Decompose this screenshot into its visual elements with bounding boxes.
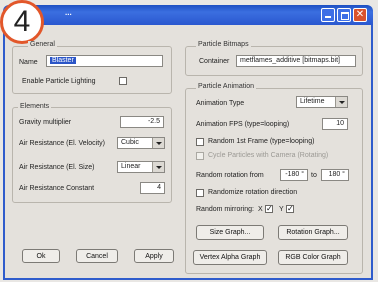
chevron-down-icon bbox=[152, 162, 164, 172]
close-button[interactable]: ✕ bbox=[353, 8, 367, 22]
gravity-label: Gravity multiplier bbox=[19, 119, 72, 126]
minimize-button[interactable] bbox=[321, 8, 335, 22]
mirror-y-label: Y bbox=[279, 206, 284, 213]
randomize-direction-checkbox[interactable] bbox=[196, 189, 204, 197]
enable-lighting-checkbox[interactable] bbox=[119, 77, 127, 85]
air-velocity-value: Cubic bbox=[121, 139, 139, 146]
air-constant-input[interactable]: 4 bbox=[140, 182, 165, 194]
apply-button[interactable]: Apply bbox=[134, 249, 174, 263]
random-rotation-label: Random rotation from bbox=[196, 172, 264, 179]
general-group bbox=[12, 46, 172, 94]
vertex-alpha-graph-button[interactable]: Vertex Alpha Graph bbox=[193, 250, 267, 265]
cycle-camera-checkbox[interactable] bbox=[196, 152, 204, 160]
name-label: Name bbox=[19, 59, 38, 66]
anim-type-value: Lifetime bbox=[300, 98, 325, 105]
air-velocity-label: Air Resistance (El. Velocity) bbox=[19, 140, 105, 147]
cycle-camera-label: Cycle Particles with Camera (Rotating) bbox=[208, 152, 329, 159]
randomize-direction-label: Randomize rotation direction bbox=[208, 189, 298, 196]
air-size-select[interactable]: Linear bbox=[117, 161, 165, 173]
rotation-to-input[interactable]: 180 ° bbox=[321, 169, 349, 181]
fps-label: Animation FPS (type=looping) bbox=[196, 121, 290, 128]
anim-type-label: Animation Type bbox=[196, 100, 245, 107]
container-label: Container bbox=[199, 58, 230, 65]
chevron-down-icon bbox=[335, 97, 347, 107]
animation-group bbox=[185, 88, 363, 274]
cancel-button[interactable]: Cancel bbox=[76, 249, 118, 263]
step-badge: 4 bbox=[0, 0, 44, 44]
name-value: Blaster bbox=[50, 57, 76, 64]
rgb-color-graph-button[interactable]: RGB Color Graph bbox=[278, 250, 348, 265]
fps-input[interactable]: 10 bbox=[322, 118, 348, 130]
maximize-button[interactable] bbox=[337, 8, 351, 22]
air-size-label: Air Resistance (El. Size) bbox=[19, 164, 95, 171]
close-icon: ✕ bbox=[355, 9, 365, 20]
mirror-x-label: X bbox=[258, 206, 263, 213]
window-title: ... bbox=[65, 8, 72, 17]
random-first-frame-label: Random 1st Frame (type=looping) bbox=[208, 138, 315, 145]
random-first-frame-checkbox[interactable] bbox=[196, 138, 204, 146]
chevron-down-icon bbox=[152, 138, 164, 148]
gravity-input[interactable]: -2.5 bbox=[120, 116, 164, 128]
elements-legend: Elements bbox=[18, 103, 52, 110]
rotation-from-input[interactable]: -180 ° bbox=[280, 169, 308, 181]
random-mirroring-label: Random mirroring: bbox=[196, 206, 254, 213]
rotation-to-label: to bbox=[311, 172, 317, 179]
bitmaps-legend: Particle Bitmaps bbox=[196, 41, 251, 48]
name-input[interactable]: Blaster bbox=[46, 55, 163, 67]
rotation-graph-button[interactable]: Rotation Graph... bbox=[278, 225, 348, 240]
air-constant-label: Air Resistance Constant bbox=[19, 185, 95, 192]
anim-type-select[interactable]: Lifetime bbox=[296, 96, 348, 108]
mirror-y-checkbox[interactable] bbox=[286, 204, 294, 213]
air-velocity-select[interactable]: Cubic bbox=[117, 137, 165, 149]
size-graph-button[interactable]: Size Graph... bbox=[196, 225, 264, 240]
mirror-x-checkbox[interactable] bbox=[265, 204, 273, 213]
animation-legend: Particle Animation bbox=[196, 83, 257, 90]
title-bar: ... ✕ bbox=[3, 5, 373, 25]
ok-button[interactable]: Ok bbox=[22, 249, 60, 263]
air-size-value: Linear bbox=[121, 163, 141, 170]
general-legend: General bbox=[28, 41, 57, 48]
enable-lighting-label: Enable Particle Lighting bbox=[22, 78, 96, 85]
container-input[interactable]: metflames_additive [bitmaps.bit] bbox=[236, 55, 356, 67]
